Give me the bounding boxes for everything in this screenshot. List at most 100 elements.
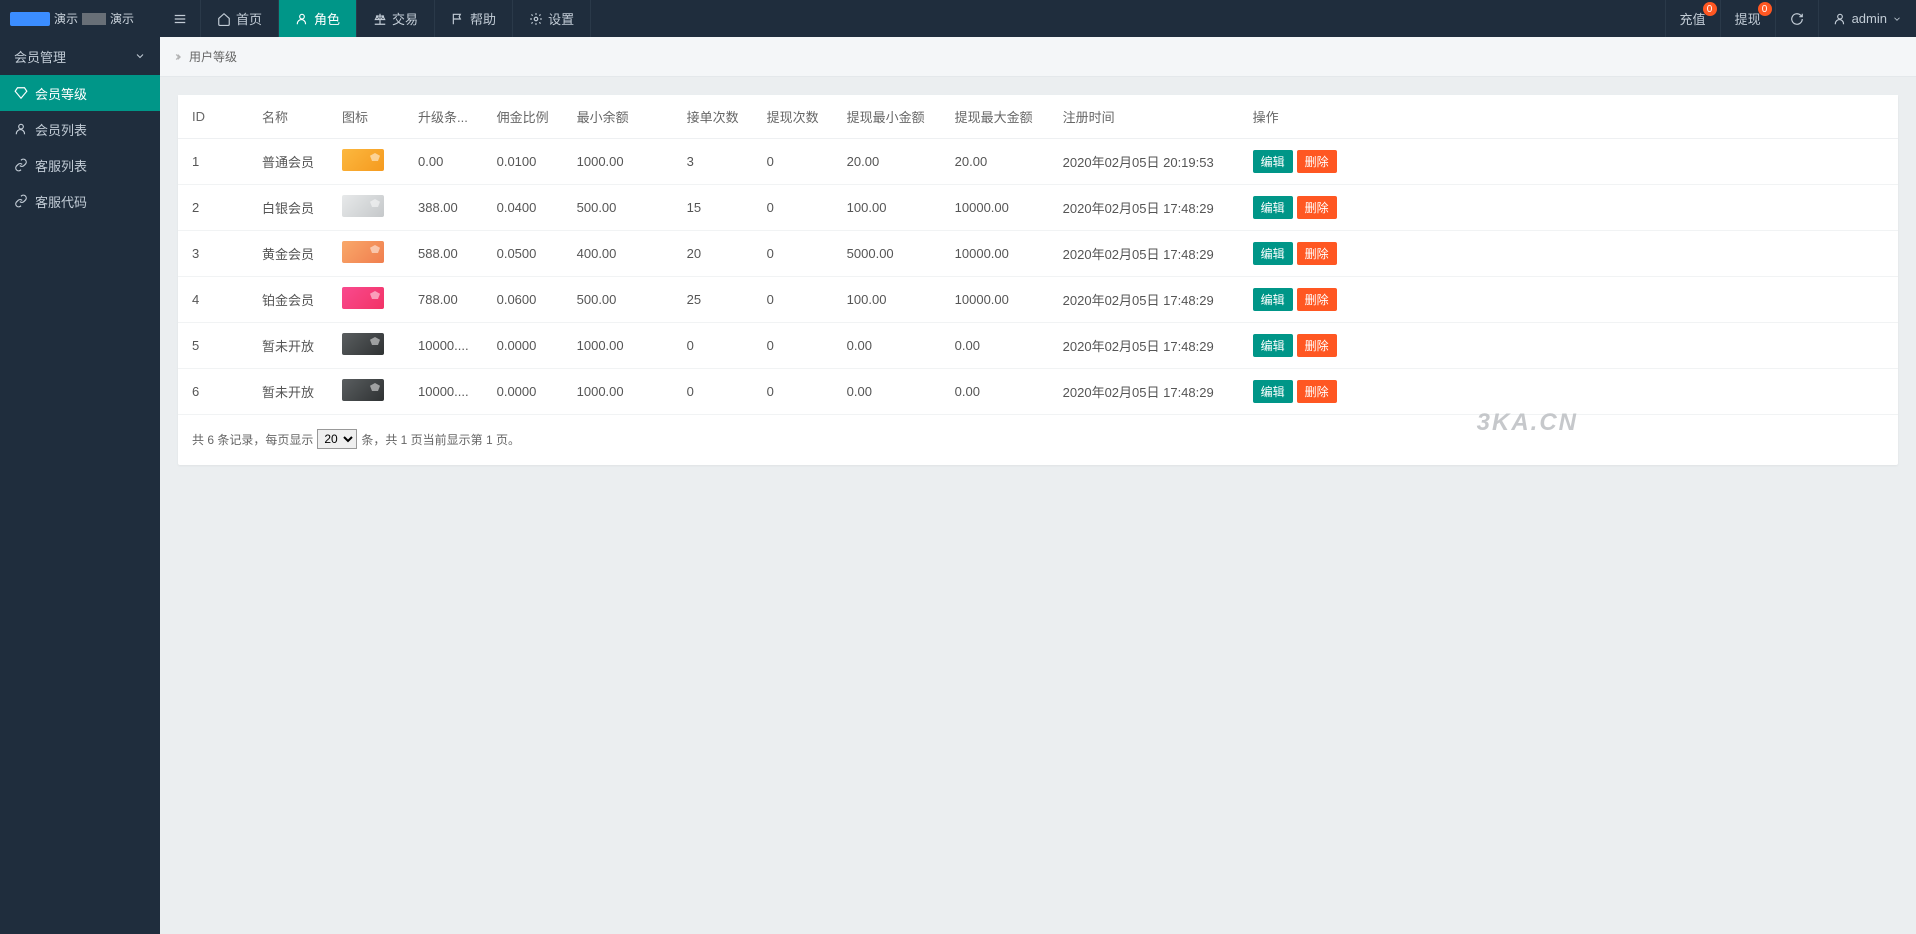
delete-button[interactable]: 删除 xyxy=(1297,196,1337,219)
home-icon xyxy=(217,12,231,26)
sidebar: 会员管理 会员等级 会员列表 客服列表 客服代码 xyxy=(0,37,160,934)
cell-reg-time: 2020年02月05日 20:19:53 xyxy=(1049,139,1239,185)
cell-withdraw-max: 0.00 xyxy=(941,323,1049,369)
nav-home[interactable]: 首页 xyxy=(201,0,279,37)
delete-button[interactable]: 删除 xyxy=(1297,288,1337,311)
edit-button[interactable]: 编辑 xyxy=(1253,380,1293,403)
table-row: 1普通会员0.000.01001000.003020.0020.002020年0… xyxy=(178,139,1898,185)
cell-withdraw-min: 100.00 xyxy=(833,185,941,231)
cell-order-count: 0 xyxy=(673,323,753,369)
cell-withdraw-max: 20.00 xyxy=(941,139,1049,185)
cell-upgrade: 388.00 xyxy=(404,185,483,231)
cell-icon xyxy=(328,323,404,369)
delete-button[interactable]: 删除 xyxy=(1297,242,1337,265)
nav-trade[interactable]: 交易 xyxy=(357,0,435,37)
col-upgrade: 升级条... xyxy=(404,95,483,139)
cell-id: 2 xyxy=(178,185,248,231)
cell-min-balance: 1000.00 xyxy=(563,323,673,369)
edit-button[interactable]: 编辑 xyxy=(1253,242,1293,265)
recharge-button[interactable]: 充值 0 xyxy=(1665,0,1720,37)
col-reg-time: 注册时间 xyxy=(1049,95,1239,139)
edit-button[interactable]: 编辑 xyxy=(1253,150,1293,173)
cell-icon xyxy=(328,369,404,415)
recharge-badge: 0 xyxy=(1703,2,1717,16)
cell-name: 白银会员 xyxy=(248,185,328,231)
user-label: admin xyxy=(1852,11,1887,26)
cell-id: 4 xyxy=(178,277,248,323)
cell-order-count: 15 xyxy=(673,185,753,231)
cell-icon xyxy=(328,231,404,277)
pager-suffix: 条，共 1 页当前显示第 1 页。 xyxy=(361,431,520,448)
user-menu[interactable]: admin xyxy=(1818,0,1916,37)
level-thumbnail xyxy=(342,241,384,263)
withdraw-button[interactable]: 提现 0 xyxy=(1720,0,1775,37)
nav-trade-label: 交易 xyxy=(392,9,418,28)
cell-action: 编辑删除 xyxy=(1239,139,1898,185)
sidebar-item-service-code[interactable]: 客服代码 xyxy=(0,183,160,219)
delete-button[interactable]: 删除 xyxy=(1297,150,1337,173)
logo-text-2: 演示 xyxy=(110,10,134,27)
toggle-sidebar-button[interactable] xyxy=(160,0,201,37)
cell-order-count: 20 xyxy=(673,231,753,277)
edit-button[interactable]: 编辑 xyxy=(1253,196,1293,219)
sidebar-group-member-label: 会员管理 xyxy=(14,47,66,66)
page-size-select[interactable]: 20 xyxy=(317,429,357,449)
refresh-button[interactable] xyxy=(1775,0,1818,37)
cell-icon xyxy=(328,185,404,231)
sidebar-item-service-list[interactable]: 客服列表 xyxy=(0,147,160,183)
gear-icon xyxy=(529,12,543,26)
link-icon xyxy=(14,158,28,172)
nav-help[interactable]: 帮助 xyxy=(435,0,513,37)
col-icon: 图标 xyxy=(328,95,404,139)
edit-button[interactable]: 编辑 xyxy=(1253,288,1293,311)
delete-button[interactable]: 删除 xyxy=(1297,334,1337,357)
cell-withdraw-count: 0 xyxy=(753,231,833,277)
cell-commission: 0.0600 xyxy=(483,277,563,323)
cell-upgrade: 10000.... xyxy=(404,369,483,415)
menu-icon xyxy=(173,12,187,26)
user-icon xyxy=(295,12,309,26)
cell-withdraw-min: 0.00 xyxy=(833,369,941,415)
cell-upgrade: 588.00 xyxy=(404,231,483,277)
top-header: 演示 演示 首页 角色 交易 帮助 设置 充值 0 提现 0 xyxy=(0,0,1916,37)
cell-action: 编辑删除 xyxy=(1239,185,1898,231)
user-icon xyxy=(1833,12,1847,26)
table-header-row: ID 名称 图标 升级条... 佣金比例 最小余额 接单次数 提现次数 提现最小… xyxy=(178,95,1898,139)
cell-commission: 0.0100 xyxy=(483,139,563,185)
nav-settings[interactable]: 设置 xyxy=(513,0,591,37)
level-thumbnail xyxy=(342,195,384,217)
sidebar-item-label: 会员等级 xyxy=(35,84,87,103)
cell-order-count: 3 xyxy=(673,139,753,185)
cell-icon xyxy=(328,139,404,185)
cell-min-balance: 500.00 xyxy=(563,185,673,231)
sidebar-item-member-level[interactable]: 会员等级 xyxy=(0,75,160,111)
cell-reg-time: 2020年02月05日 17:48:29 xyxy=(1049,231,1239,277)
refresh-icon xyxy=(1790,12,1804,26)
cell-reg-time: 2020年02月05日 17:48:29 xyxy=(1049,369,1239,415)
cell-name: 暂未开放 xyxy=(248,369,328,415)
content: 用户等级 ID 名称 图标 升级条... 佣金比例 最小余额 接单次数 提现次数… xyxy=(160,37,1916,465)
cell-min-balance: 400.00 xyxy=(563,231,673,277)
link-icon xyxy=(14,194,28,208)
level-thumbnail xyxy=(342,379,384,401)
table-row: 3黄金会员588.000.0500400.002005000.0010000.0… xyxy=(178,231,1898,277)
logo-mark-1 xyxy=(10,12,50,26)
sidebar-group-member[interactable]: 会员管理 xyxy=(0,37,160,75)
logo: 演示 演示 xyxy=(0,0,160,37)
panel: ID 名称 图标 升级条... 佣金比例 最小余额 接单次数 提现次数 提现最小… xyxy=(178,95,1898,465)
cell-id: 6 xyxy=(178,369,248,415)
cell-name: 铂金会员 xyxy=(248,277,328,323)
col-withdraw-min: 提现最小金额 xyxy=(833,95,941,139)
cell-order-count: 25 xyxy=(673,277,753,323)
col-withdraw-count: 提现次数 xyxy=(753,95,833,139)
cell-action: 编辑删除 xyxy=(1239,277,1898,323)
nav-role[interactable]: 角色 xyxy=(279,0,357,37)
edit-button[interactable]: 编辑 xyxy=(1253,334,1293,357)
col-id: ID xyxy=(178,95,248,139)
cell-order-count: 0 xyxy=(673,369,753,415)
col-action: 操作 xyxy=(1239,95,1898,139)
sidebar-item-member-list[interactable]: 会员列表 xyxy=(0,111,160,147)
delete-button[interactable]: 删除 xyxy=(1297,380,1337,403)
table-row: 5暂未开放10000....0.00001000.00000.000.00202… xyxy=(178,323,1898,369)
sidebar-item-label: 会员列表 xyxy=(35,120,87,139)
